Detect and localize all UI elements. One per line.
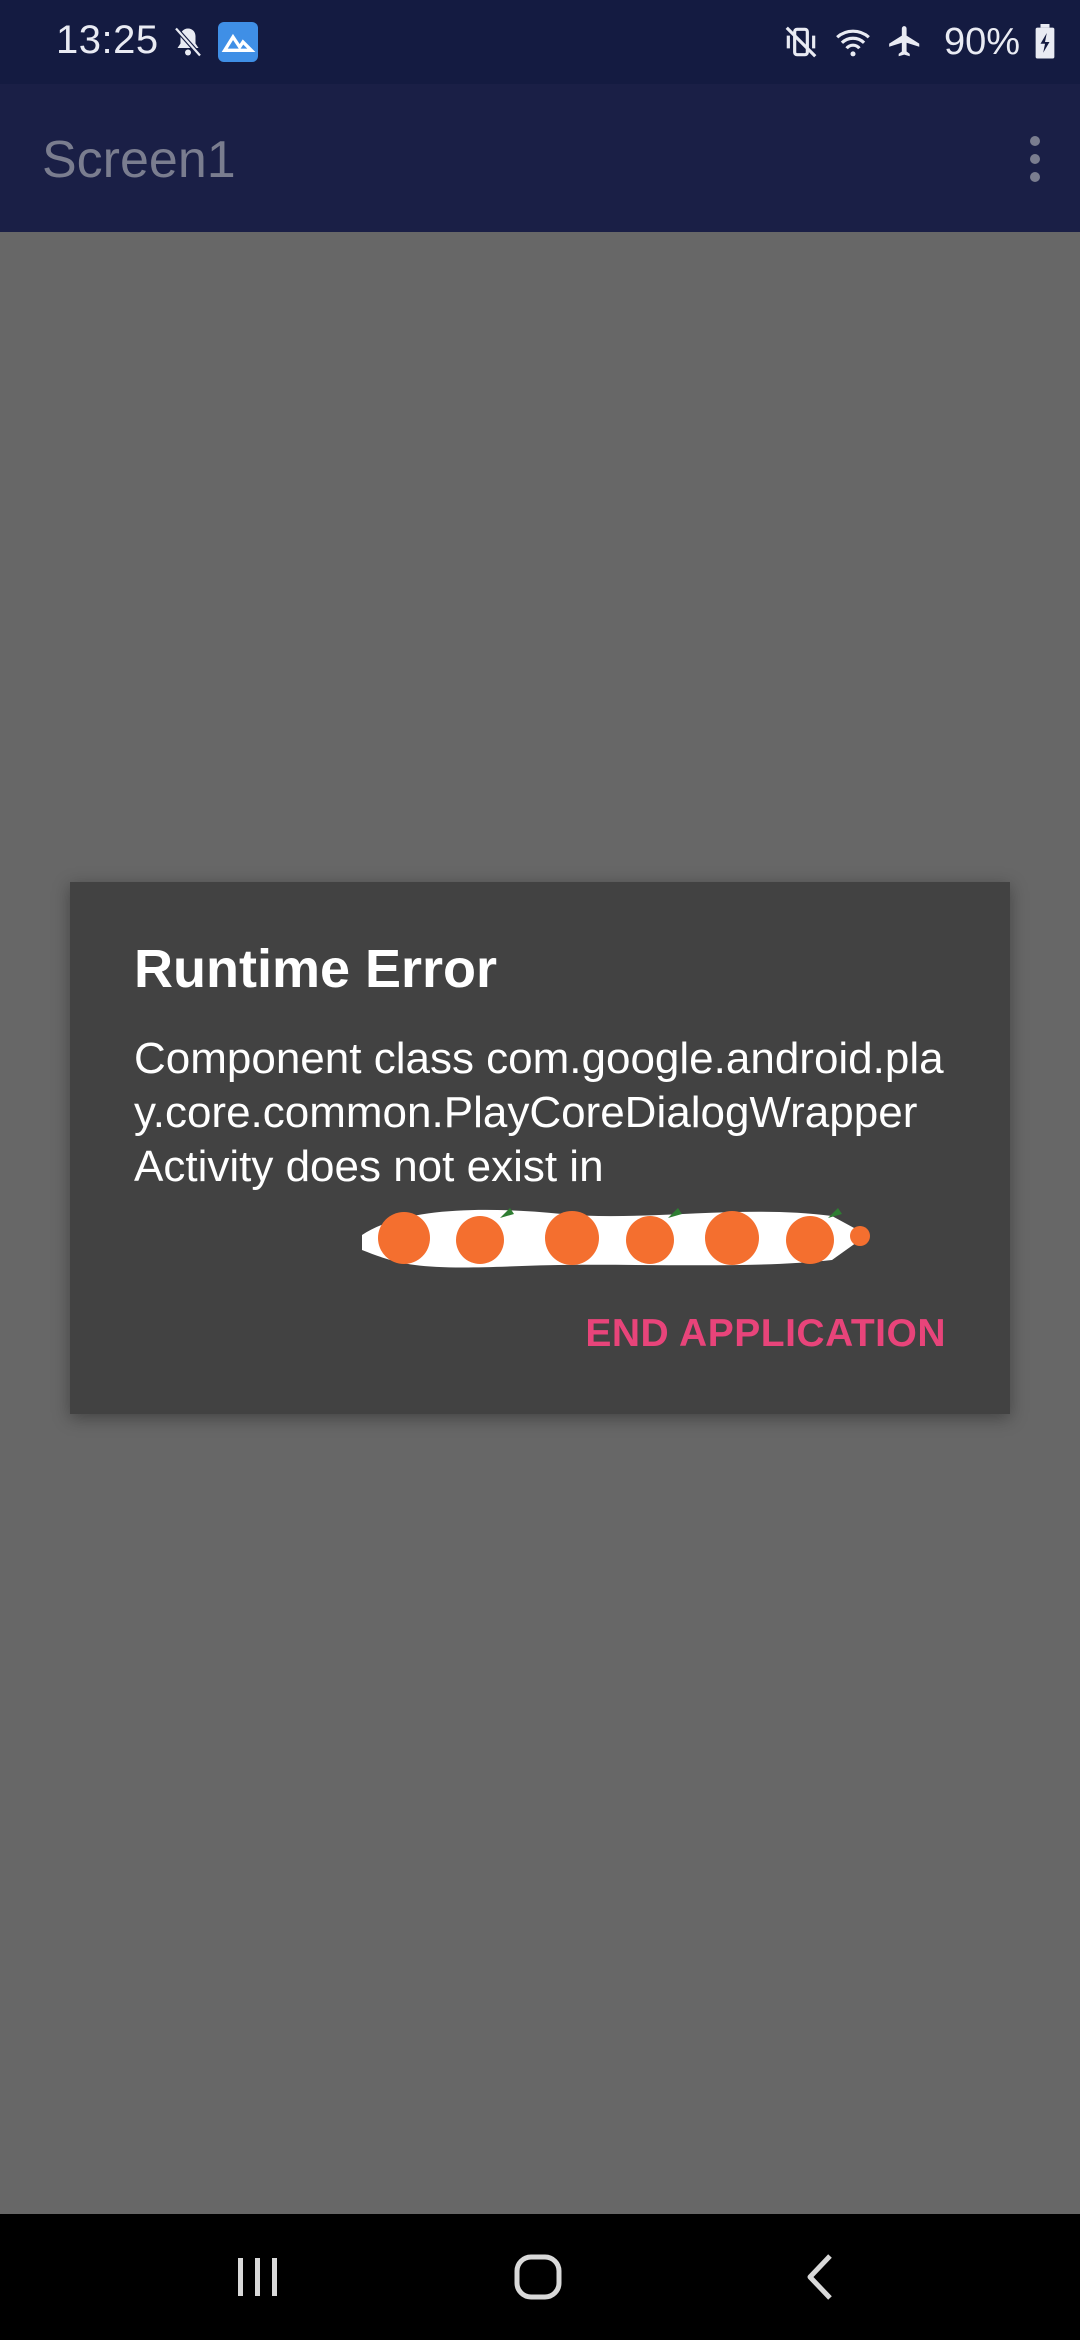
dialog-message: Component class com.google.android.play.… xyxy=(134,1034,944,1191)
battery-charging-icon xyxy=(1035,24,1055,59)
more-vert-icon[interactable] xyxy=(1028,136,1042,182)
battery-percentage: 90% xyxy=(943,20,1020,63)
navigation-bar xyxy=(0,2214,1080,2340)
airplane-mode-icon xyxy=(889,26,920,57)
mute-notifications-icon xyxy=(174,27,202,57)
app-bar-title: Screen1 xyxy=(42,131,236,189)
end-application-button[interactable]: END APPLICATION xyxy=(585,1312,946,1356)
app-bar: Screen1 xyxy=(0,84,1080,232)
wifi-icon xyxy=(836,29,870,57)
home-icon[interactable] xyxy=(508,2252,568,2302)
back-icon[interactable] xyxy=(790,2252,850,2302)
redaction-scribble xyxy=(362,1208,870,1268)
dialog-title: Runtime Error xyxy=(134,939,498,999)
runtime-error-dialog: Runtime Error Component class com.google… xyxy=(70,882,1010,1414)
status-time: 13:25 xyxy=(56,18,159,62)
status-bar: 13:25 90% xyxy=(0,0,1080,84)
vibrate-mute-icon xyxy=(785,26,817,58)
recent-apps-icon[interactable] xyxy=(228,2252,288,2302)
gallery-app-icon xyxy=(218,22,258,62)
